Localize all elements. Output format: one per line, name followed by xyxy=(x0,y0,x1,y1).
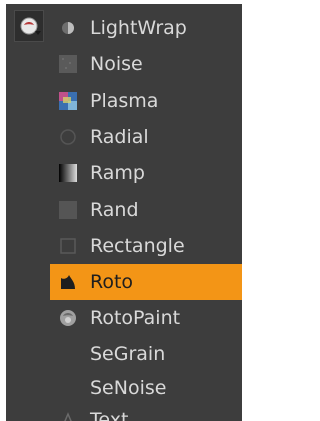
menu-item-rand[interactable]: Rand xyxy=(50,192,242,228)
menu-item-segrain[interactable]: SeGrain xyxy=(50,336,242,372)
menu-item-label: Radial xyxy=(90,126,149,148)
menu-item-label: Rectangle xyxy=(90,235,185,257)
noise-icon xyxy=(59,55,77,73)
menu-item-label: Text xyxy=(90,409,129,421)
menu-item-label: Ramp xyxy=(90,162,145,184)
menu-item-label: SeGrain xyxy=(90,343,166,365)
draw-menu-button[interactable] xyxy=(14,10,44,42)
menu-item-label: LightWrap xyxy=(90,17,187,39)
menu-item-rectangle[interactable]: Rectangle xyxy=(50,228,242,264)
menu-item-text[interactable]: Text xyxy=(50,402,242,421)
node-menu-panel: LightWrap Noise Plasma Radial Ramp Rand … xyxy=(6,4,242,421)
menu-item-label: Plasma xyxy=(90,90,159,112)
menu-item-radial[interactable]: Radial xyxy=(50,119,242,155)
menu-item-label: RotoPaint xyxy=(90,307,181,329)
radial-icon xyxy=(60,129,76,145)
screenshot-stage: LightWrap Noise Plasma Radial Ramp Rand … xyxy=(0,0,244,421)
text-icon xyxy=(64,412,72,421)
menu-item-lightwrap[interactable]: LightWrap xyxy=(50,10,242,46)
roto-icon xyxy=(61,275,75,289)
rand-icon xyxy=(59,201,77,219)
rectangle-icon xyxy=(60,238,76,254)
plasma-icon xyxy=(59,92,77,110)
lightwrap-icon xyxy=(62,22,74,34)
menu-item-ramp[interactable]: Ramp xyxy=(50,155,242,191)
ramp-icon xyxy=(59,164,77,182)
menu-item-label: Noise xyxy=(90,53,143,75)
menu-item-rotopaint[interactable]: RotoPaint xyxy=(50,300,242,336)
draw-menu-icon xyxy=(20,17,41,35)
menu-item-noise[interactable]: Noise xyxy=(50,46,242,82)
menu-item-label: SeNoise xyxy=(90,377,167,399)
menu-item-label: Rand xyxy=(90,199,139,221)
menu-item-senoise[interactable]: SeNoise xyxy=(50,370,242,406)
menu-item-roto[interactable]: Roto xyxy=(50,264,242,300)
menu-item-label: Roto xyxy=(90,271,134,293)
rotopaint-icon xyxy=(60,310,76,326)
menu-item-plasma[interactable]: Plasma xyxy=(50,83,242,119)
